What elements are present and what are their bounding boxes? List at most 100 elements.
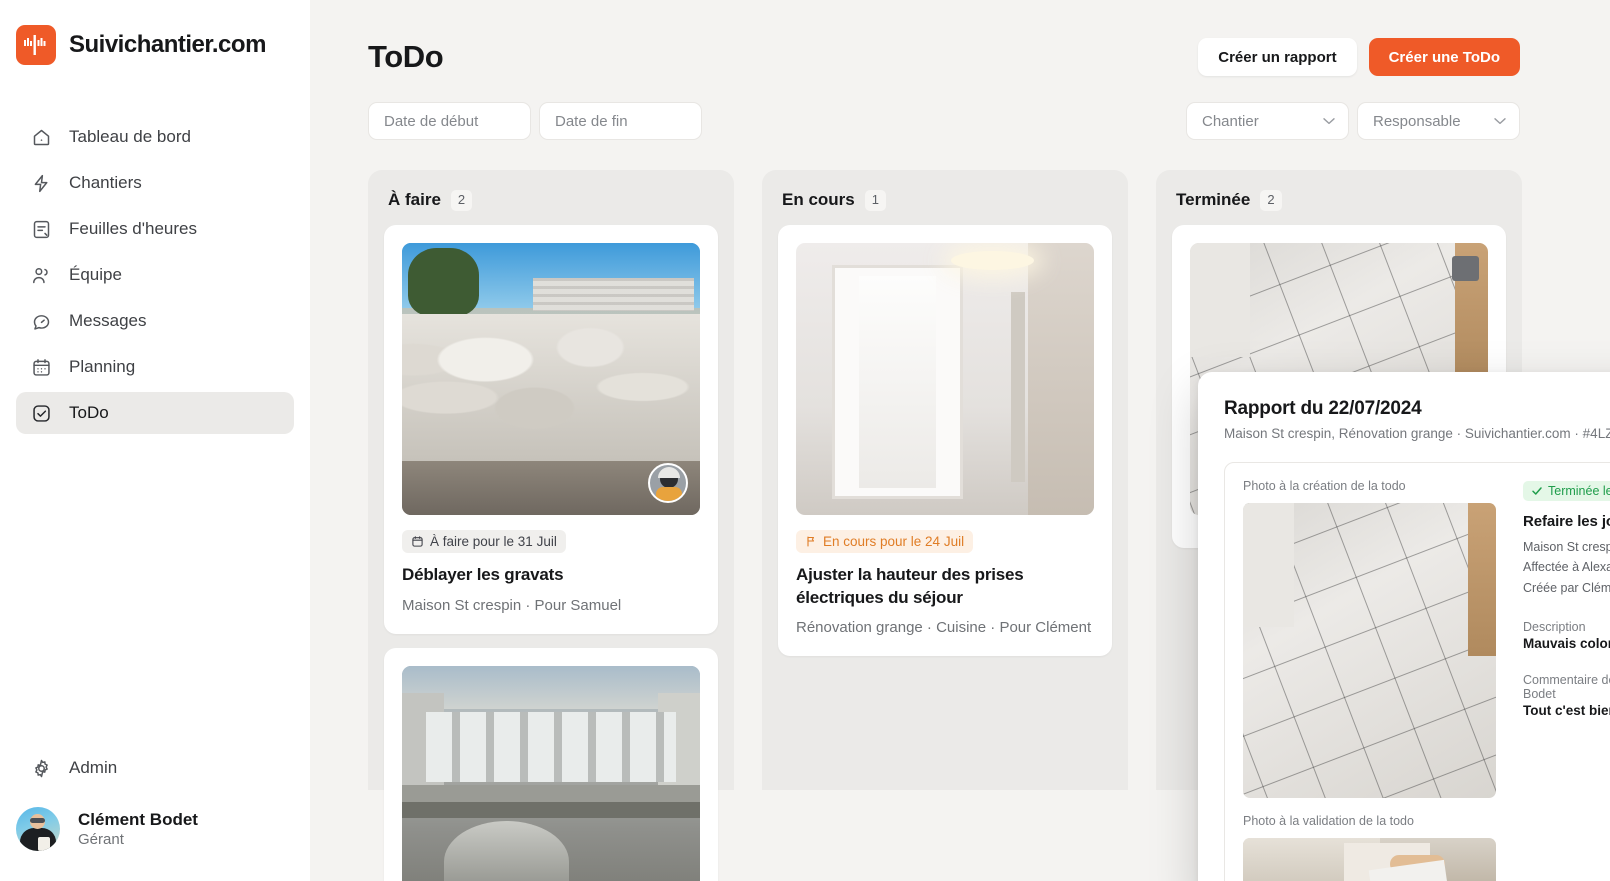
card-title: Ajuster la hauteur des prises électrique… bbox=[796, 564, 1024, 607]
chevron-down-icon bbox=[1323, 117, 1335, 125]
responsable-select[interactable]: Responsable bbox=[1357, 102, 1520, 140]
todo-card[interactable] bbox=[384, 647, 718, 881]
sidebar-bottom: Admin bbox=[0, 747, 310, 789]
creation-photo-label: Photo à la création de la todo bbox=[1243, 479, 1406, 493]
creation-photo bbox=[1243, 503, 1496, 798]
sidebar-item-label: Tableau de bord bbox=[69, 127, 191, 146]
column-count: 2 bbox=[450, 190, 473, 211]
comment-value: Tout c'est bien passé bbox=[1523, 703, 1610, 719]
sidebar-item-label: ToDo bbox=[69, 403, 109, 422]
status-badge-label: À faire pour le 31 Juil bbox=[430, 533, 557, 549]
worker-avatar bbox=[648, 462, 688, 503]
report-photos: Photo à la création de la todo Photo à l… bbox=[1243, 479, 1501, 881]
sidebar-item-label: Équipe bbox=[69, 265, 122, 284]
create-todo-button[interactable]: Créer une ToDo bbox=[1368, 38, 1520, 76]
column-header: En cours 1 bbox=[778, 184, 1112, 225]
todo-card[interactable]: À faire pour le 31 Juil Déblayer les gra… bbox=[384, 224, 718, 634]
responsable-select-label: Responsable bbox=[1373, 112, 1461, 130]
report-subtitle: Maison St crespin, Rénovation grange · S… bbox=[1224, 426, 1610, 441]
user-name: Clément Bodet bbox=[78, 809, 198, 829]
sidebar: Suivichantier.com Tableau de bord Chanti… bbox=[0, 0, 310, 881]
avatar bbox=[16, 807, 60, 851]
kanban-column-a-faire: À faire 2 À faire pour le 31 Juil Déblay… bbox=[368, 170, 734, 881]
column-title: En cours bbox=[782, 190, 855, 210]
column-title: À faire bbox=[388, 190, 441, 210]
header-actions: Créer un rapport Créer une ToDo bbox=[1198, 38, 1520, 76]
status-badge: À faire pour le 31 Juil bbox=[402, 529, 566, 553]
report-todo-title: Refaire les joints de carrelage bbox=[1523, 513, 1610, 530]
kanban-column-en-cours: En cours 1 En cours pour le 24 Juil Ajus… bbox=[762, 170, 1128, 790]
room-photo bbox=[796, 242, 1094, 515]
chantier-select-label: Chantier bbox=[1202, 112, 1259, 130]
page-title: ToDo bbox=[368, 39, 444, 74]
validation-photo-label: Photo à la validation de la todo bbox=[1243, 814, 1414, 828]
sidebar-item-label: Feuilles d'heures bbox=[69, 219, 197, 238]
report-title: Rapport du 22/07/2024 bbox=[1224, 398, 1422, 419]
status-badge-label: Terminée le 22 Juil bbox=[1548, 484, 1610, 498]
sidebar-item-chantiers[interactable]: Chantiers bbox=[16, 162, 294, 204]
brand[interactable]: Suivichantier.com bbox=[0, 0, 310, 68]
filter-bar: Date de début Date de fin Chantier Respo… bbox=[310, 76, 1610, 140]
sidebar-item-admin[interactable]: Admin bbox=[16, 747, 294, 789]
filters-left: Date de début Date de fin bbox=[368, 102, 702, 140]
comment-label: Commentaire de validation de Clément Bod… bbox=[1523, 673, 1610, 702]
flag-icon bbox=[805, 535, 817, 548]
sidebar-item-feuilles-dheures[interactable]: Feuilles d'heures bbox=[16, 208, 294, 250]
users-icon bbox=[30, 264, 52, 286]
sidebar-item-equipe[interactable]: Équipe bbox=[16, 254, 294, 296]
chantier-select[interactable]: Chantier bbox=[1186, 102, 1349, 140]
message-icon bbox=[30, 310, 52, 332]
date-start-input[interactable]: Date de début bbox=[368, 102, 531, 140]
sidebar-item-label: Chantiers bbox=[69, 173, 142, 192]
timesheet-icon bbox=[30, 218, 52, 240]
card-subtitle: Rénovation grange · Cuisine · Pour Cléme… bbox=[796, 619, 1092, 637]
status-badge: Terminée le 22 Juil bbox=[1523, 481, 1610, 501]
report-meta-creator: Créée par Clément le 22 Juil 24 bbox=[1523, 580, 1610, 595]
sidebar-item-planning[interactable]: Planning bbox=[16, 346, 294, 388]
report-todo-card: Photo à la création de la todo Photo à l… bbox=[1224, 462, 1610, 881]
report-details: Terminée le 22 Juil Refaire les joints d… bbox=[1523, 479, 1610, 881]
calendar-icon bbox=[411, 535, 424, 548]
todo-card[interactable]: En cours pour le 24 Juil Ajuster la haut… bbox=[778, 224, 1112, 657]
sidebar-admin-label: Admin bbox=[69, 758, 118, 777]
column-count: 2 bbox=[1260, 190, 1282, 211]
sidebar-item-todo[interactable]: ToDo bbox=[16, 392, 294, 434]
column-header: À faire 2 bbox=[384, 184, 718, 225]
column-title: Terminée bbox=[1176, 190, 1251, 210]
description-value: Mauvais coloris remettre du blanc bbox=[1523, 636, 1610, 652]
sidebar-item-tableau-de-bord[interactable]: Tableau de bord bbox=[16, 116, 294, 158]
filters-right: Chantier Responsable bbox=[1186, 102, 1520, 140]
gear-icon bbox=[30, 757, 52, 779]
rubble-photo bbox=[402, 242, 700, 515]
bolt-icon bbox=[30, 172, 52, 194]
home-icon bbox=[30, 126, 52, 148]
create-report-button[interactable]: Créer un rapport bbox=[1198, 38, 1357, 76]
sidebar-item-label: Planning bbox=[69, 357, 136, 376]
main-content: ToDo Créer un rapport Créer une ToDo Dat… bbox=[310, 0, 1610, 881]
check-icon bbox=[1531, 485, 1543, 497]
sidebar-item-messages[interactable]: Messages bbox=[16, 300, 294, 342]
report-meta-chantier: Maison St crespin · Cuisine bbox=[1523, 540, 1610, 554]
card-subtitle: Maison St crespin · Pour Samuel bbox=[402, 596, 622, 614]
check-square-icon bbox=[30, 402, 52, 424]
app-root: Suivichantier.com Tableau de bord Chanti… bbox=[0, 0, 1610, 881]
status-badge-label: En cours pour le 24 Juil bbox=[823, 533, 965, 549]
calendar-icon bbox=[30, 356, 52, 378]
page-header: ToDo Créer un rapport Créer une ToDo bbox=[310, 0, 1610, 76]
validation-photo bbox=[1243, 838, 1496, 881]
card-title: Déblayer les gravats bbox=[402, 564, 564, 584]
sidebar-nav: Tableau de bord Chantiers Feuilles d'heu… bbox=[0, 116, 310, 434]
date-end-placeholder: Date de fin bbox=[555, 112, 628, 130]
report-preview-modal: Rapport du 22/07/2024 Maison St crespin,… bbox=[1198, 372, 1610, 881]
column-header: Terminée 2 bbox=[1172, 184, 1506, 225]
suivichantier-logo-icon bbox=[16, 25, 56, 65]
column-count: 1 bbox=[864, 190, 886, 211]
date-end-input[interactable]: Date de fin bbox=[539, 102, 702, 140]
user-role: Gérant bbox=[78, 830, 124, 848]
roof-photo bbox=[402, 665, 700, 881]
description-label: Description bbox=[1523, 620, 1586, 635]
report-meta-assignee: Affectée à Alexandre bbox=[1523, 560, 1610, 575]
sidebar-user[interactable]: Clément Bodet Gérant bbox=[0, 789, 310, 881]
sidebar-item-label: Messages bbox=[69, 311, 147, 330]
